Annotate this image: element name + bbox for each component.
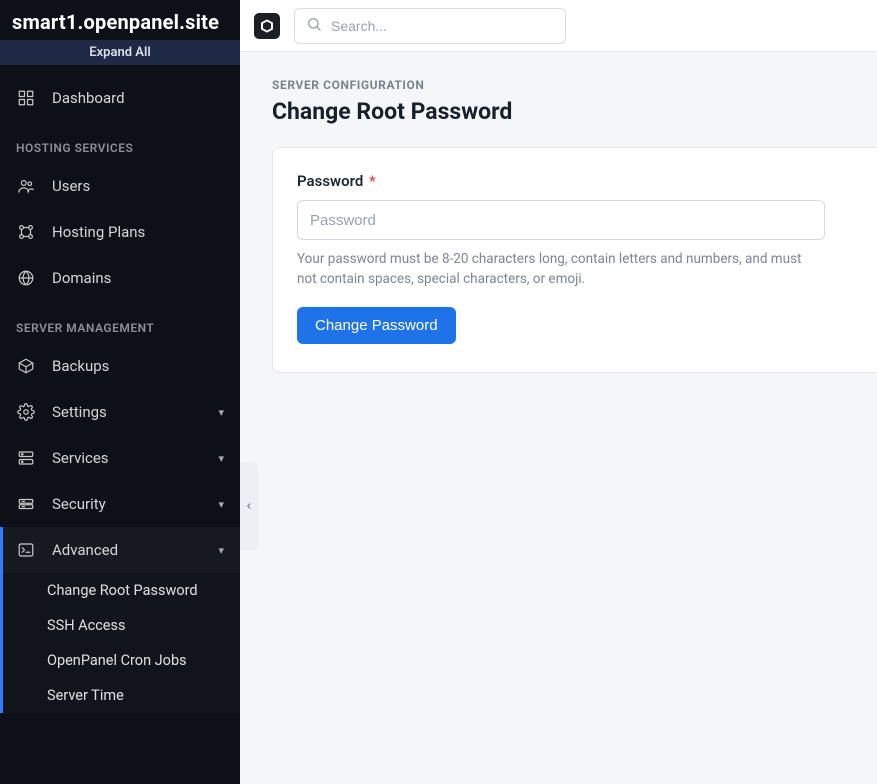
subnav-server-time[interactable]: Server Time (3, 678, 240, 713)
gear-icon (16, 402, 36, 422)
sidebar-item-users[interactable]: Users (0, 163, 240, 209)
site-title: smart1.openpanel.site (0, 0, 240, 40)
sidebar-item-services[interactable]: Services ▾ (0, 435, 240, 481)
services-icon (16, 448, 36, 468)
app-logo-icon[interactable] (254, 13, 280, 39)
globe-icon (16, 268, 36, 288)
plans-icon (16, 222, 36, 242)
sidebar-item-domains[interactable]: Domains (0, 255, 240, 301)
sidebar-item-label: Backups (52, 357, 109, 375)
main-content: SERVER CONFIGURATION Change Root Passwor… (240, 0, 877, 784)
sidebar-item-label: Advanced (52, 541, 118, 559)
sidebar-item-label: Security (52, 495, 106, 513)
sidebar-item-hosting-plans[interactable]: Hosting Plans (0, 209, 240, 255)
sidebar-item-label: Dashboard (52, 89, 125, 107)
backups-icon (16, 356, 36, 376)
breadcrumb: SERVER CONFIGURATION (272, 78, 877, 92)
sidebar: smart1.openpanel.site Expand All Dashboa… (0, 0, 240, 784)
sidebar-item-label: Domains (52, 269, 111, 287)
sidebar-item-label: Settings (52, 403, 107, 421)
sidebar-item-label: Hosting Plans (52, 223, 145, 241)
security-icon (16, 494, 36, 514)
sidebar-item-advanced[interactable]: Advanced ▾ (0, 527, 240, 573)
change-password-button[interactable]: Change Password (297, 307, 456, 344)
password-label: Password * (297, 172, 853, 190)
chevron-down-icon: ▾ (218, 406, 224, 419)
form-card: Password * Your password must be 8-20 ch… (272, 147, 877, 373)
password-input[interactable] (297, 200, 825, 240)
chevron-down-icon: ▾ (218, 544, 224, 557)
terminal-icon (16, 540, 36, 560)
sidebar-item-backups[interactable]: Backups (0, 343, 240, 389)
search-icon (306, 16, 322, 36)
dashboard-icon (16, 88, 36, 108)
users-icon (16, 176, 36, 196)
section-header-server: SERVER MANAGEMENT (0, 301, 240, 343)
password-label-text: Password (297, 172, 363, 190)
search-wrap (294, 8, 566, 44)
sidebar-collapse-handle[interactable] (240, 462, 258, 550)
search-input[interactable] (294, 8, 566, 44)
chevron-down-icon: ▾ (218, 498, 224, 511)
sidebar-item-label: Users (52, 177, 90, 195)
advanced-submenu: Change Root Password SSH Access OpenPane… (0, 573, 240, 713)
topbar (240, 0, 877, 52)
sidebar-item-security[interactable]: Security ▾ (0, 481, 240, 527)
password-hint: Your password must be 8-20 characters lo… (297, 250, 817, 289)
page-title: Change Root Password (272, 98, 877, 125)
sidebar-item-settings[interactable]: Settings ▾ (0, 389, 240, 435)
chevron-down-icon: ▾ (218, 452, 224, 465)
subnav-change-root-password[interactable]: Change Root Password (3, 573, 240, 608)
sidebar-item-label: Services (52, 449, 109, 467)
subnav-ssh-access[interactable]: SSH Access (3, 608, 240, 643)
page-content: SERVER CONFIGURATION Change Root Passwor… (240, 52, 877, 373)
sidebar-item-dashboard[interactable]: Dashboard (0, 75, 240, 121)
subnav-cron-jobs[interactable]: OpenPanel Cron Jobs (3, 643, 240, 678)
section-header-hosting: HOSTING SERVICES (0, 121, 240, 163)
expand-all-button[interactable]: Expand All (0, 40, 240, 65)
required-indicator: * (369, 172, 376, 190)
